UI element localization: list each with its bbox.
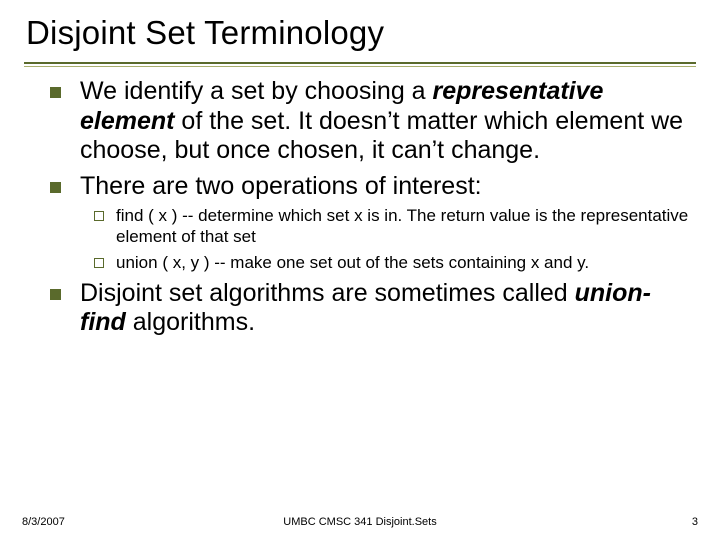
subbullet-find: find ( x ) -- determine which set x is i… xyxy=(116,205,696,248)
subbullet-text: union ( x, y ) -- make one set out of th… xyxy=(116,253,589,272)
footer-page-number: 3 xyxy=(692,516,698,528)
bullet-representative-element: We identify a set by choosing a represen… xyxy=(80,77,696,166)
bullet-text: algorithms. xyxy=(126,308,255,336)
slide-body: We identify a set by choosing a represen… xyxy=(24,67,696,338)
footer-source: UMBC CMSC 341 Disjoint.Sets xyxy=(283,516,436,528)
subbullet-union: union ( x, y ) -- make one set out of th… xyxy=(116,252,696,273)
slide: Disjoint Set Terminology We identify a s… xyxy=(0,0,720,540)
slide-title: Disjoint Set Terminology xyxy=(24,14,696,60)
footer-date: 8/3/2007 xyxy=(22,516,65,528)
slide-footer: 8/3/2007 UMBC CMSC 341 Disjoint.Sets 3 xyxy=(0,510,720,528)
bullet-text: Disjoint set algorithms are sometimes ca… xyxy=(80,279,575,307)
bullet-two-operations: There are two operations of interest: fi… xyxy=(80,172,696,273)
subbullet-text: find ( x ) -- determine which set x is i… xyxy=(116,206,688,246)
bullet-text: There are two operations of interest: xyxy=(80,172,482,200)
bullet-union-find: Disjoint set algorithms are sometimes ca… xyxy=(80,279,696,338)
bullet-text: We identify a set by choosing a xyxy=(80,77,433,105)
